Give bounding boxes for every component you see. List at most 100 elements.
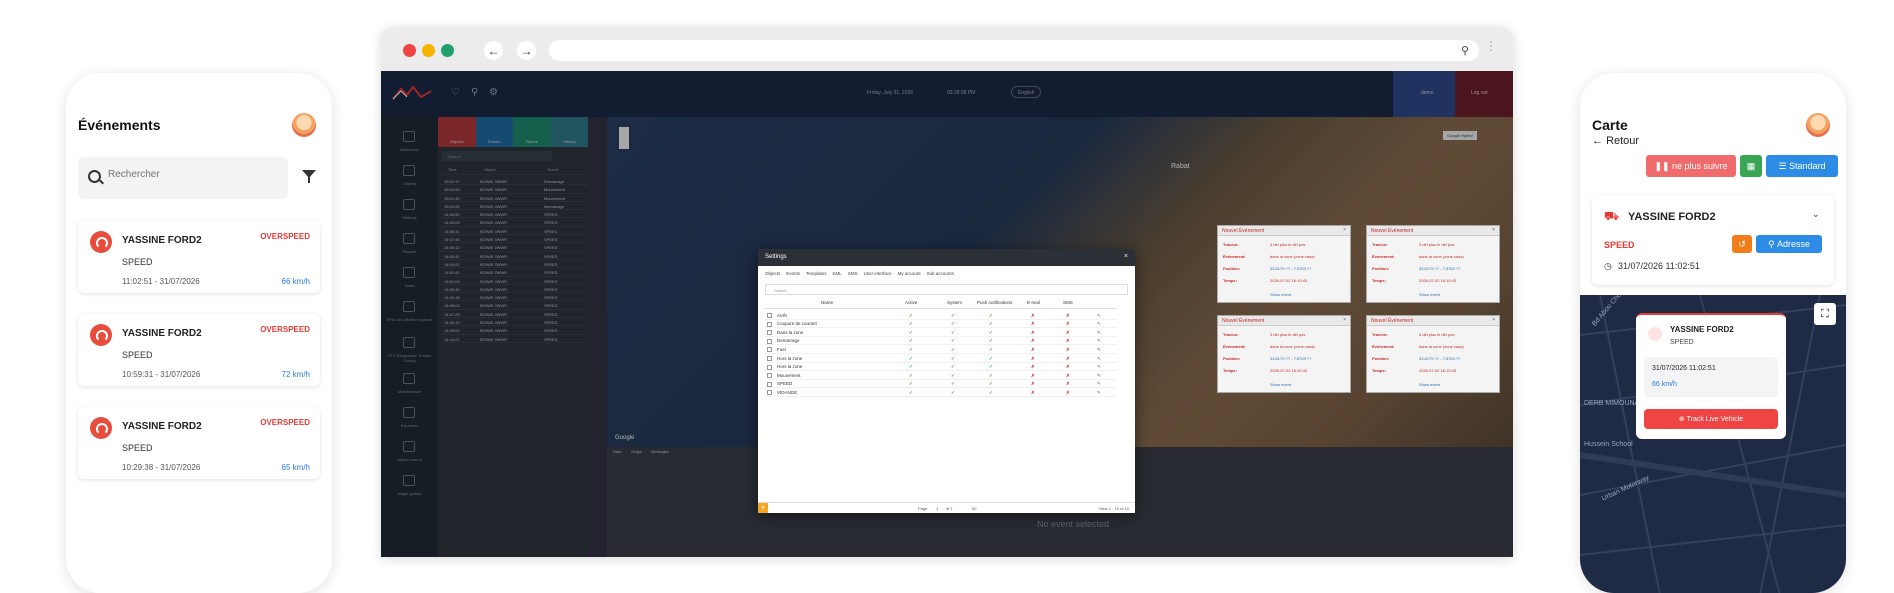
table-row[interactable]: Arrêt ✓ ✓ ✓ ✗ ✗ ✎: [765, 311, 1117, 320]
event-notification[interactable]: Nouvel Événement × Traceur: 3 dél plus le d…: [1366, 315, 1500, 393]
settings-tab[interactable]: KML: [833, 271, 842, 276]
settings-tab[interactable]: User interface: [864, 271, 892, 276]
stop-follow-button[interactable]: ❚❚ ne plus suivre: [1646, 155, 1736, 177]
cross-icon: ✗: [1066, 338, 1070, 344]
check-icon: ✓: [909, 346, 913, 352]
edit-icon[interactable]: ✎: [1097, 321, 1101, 327]
close-icon[interactable]: ×: [1343, 317, 1346, 323]
event-card[interactable]: YASSINE FORD2 OVERSPEED SPEED 11:02:51 -…: [78, 221, 320, 293]
cross-icon: ✗: [1066, 329, 1070, 335]
row-checkbox[interactable]: [767, 373, 772, 379]
search-input[interactable]: [108, 169, 278, 180]
search-box[interactable]: [78, 157, 288, 199]
settings-footer: + Page 1 of 1 50 View 1 - 10 of 10: [758, 502, 1135, 513]
settings-tab[interactable]: Events: [786, 271, 800, 276]
show-event-link[interactable]: Show event: [1419, 292, 1440, 297]
speedometer-icon: [90, 231, 112, 253]
address-button[interactable]: ⚲ Adresse: [1756, 235, 1822, 253]
close-icon[interactable]: ×: [1124, 253, 1128, 260]
browser-menu-icon[interactable]: ⋮: [1485, 39, 1497, 53]
settings-tabs: Objects Events Templates KML SMS User interfa…: [765, 271, 960, 276]
avatar[interactable]: [1806, 113, 1830, 137]
page-number[interactable]: 1: [936, 506, 938, 511]
minimize-window-dot[interactable]: [422, 44, 435, 57]
edit-icon[interactable]: ✎: [1097, 373, 1101, 379]
table-row[interactable]: Coupure de courant ✓ ✓ ✓ ✗ ✗ ✎: [765, 320, 1117, 329]
edit-icon[interactable]: ✎: [1097, 364, 1101, 370]
forward-arrow-icon[interactable]: →: [517, 41, 536, 60]
edit-icon[interactable]: ✎: [1097, 390, 1101, 396]
table-row[interactable]: Hors la zone ✓ ✓ ✓ ✗ ✗ ✎: [765, 363, 1117, 372]
row-checkbox[interactable]: [767, 381, 772, 387]
table-row[interactable]: VIDANGE ✓ ✓ ✓ ✗ ✗ ✎: [765, 388, 1117, 397]
track-live-button[interactable]: ⊕ Track Live Vehicle: [1644, 409, 1778, 429]
notif-value: 2026-07-02 16:10:43: [1270, 278, 1308, 283]
chevron-down-icon[interactable]: ⌄: [1812, 209, 1820, 220]
close-icon[interactable]: ×: [1492, 227, 1495, 233]
settings-tab[interactable]: Objects: [765, 271, 780, 276]
row-checkbox[interactable]: [767, 364, 772, 370]
show-event-link[interactable]: Show event: [1419, 382, 1440, 387]
row-checkbox[interactable]: [767, 347, 772, 353]
check-icon: ✓: [951, 312, 955, 318]
avatar[interactable]: [292, 113, 316, 137]
col-push: Push notifications: [977, 300, 1013, 305]
maximize-window-dot[interactable]: [441, 44, 454, 57]
settings-tab[interactable]: My account: [898, 271, 921, 276]
row-checkbox[interactable]: [767, 338, 772, 344]
table-row[interactable]: Fuel ✓ ✓ ✓ ✗ ✗ ✎: [765, 345, 1117, 354]
standard-layer-button[interactable]: ☰ Standard: [1766, 155, 1838, 177]
filter-icon[interactable]: [302, 170, 316, 183]
vehicle-card[interactable]: ⛟ YASSINE FORD2 ⌄ SPEED ◷ 31/07/2026 11:…: [1592, 195, 1834, 285]
edit-icon[interactable]: ✎: [1097, 330, 1101, 336]
add-icon[interactable]: +: [758, 503, 768, 513]
check-icon: ✓: [951, 372, 955, 378]
notif-value: dans la zone (zone casa): [1270, 254, 1315, 259]
show-event-link[interactable]: Show event: [1270, 382, 1291, 387]
event-card[interactable]: YASSINE FORD2 OVERSPEED SPEED 10:29:38 -…: [78, 407, 320, 479]
settings-tab[interactable]: Sub accounts: [927, 271, 954, 276]
close-window-dot[interactable]: [403, 44, 416, 57]
settings-tab[interactable]: Templates: [806, 271, 827, 276]
row-checkbox[interactable]: [767, 313, 772, 318]
url-bar[interactable]: ⚲: [549, 40, 1479, 61]
row-checkbox[interactable]: [767, 390, 772, 396]
notification-title: Nouvel Événement: [1371, 318, 1414, 324]
close-icon[interactable]: ×: [1343, 227, 1346, 233]
show-event-link[interactable]: Show event: [1270, 292, 1291, 297]
row-checkbox[interactable]: [767, 321, 772, 327]
event-notification[interactable]: Nouvel Événement × Traceur: 3 dél plus le d…: [1217, 315, 1351, 393]
dark-map[interactable]: Bd Abou Chouaib DERB MIMOUNA Hussein Sch…: [1580, 295, 1846, 593]
back-button[interactable]: ← Retour: [1592, 135, 1639, 147]
check-icon: ✓: [989, 364, 993, 370]
fullscreen-icon[interactable]: ⛶: [1814, 303, 1836, 325]
cross-icon: ✗: [1066, 346, 1070, 352]
edit-icon[interactable]: ✎: [1097, 356, 1101, 362]
history-button[interactable]: ↺: [1732, 235, 1752, 253]
back-arrow-icon[interactable]: ←: [484, 41, 503, 60]
edit-icon[interactable]: ✎: [1097, 313, 1101, 319]
edit-icon[interactable]: ✎: [1097, 347, 1101, 353]
close-icon[interactable]: ×: [1492, 317, 1495, 323]
event-card[interactable]: YASSINE FORD2 OVERSPEED SPEED 10:59:31 -…: [78, 314, 320, 386]
col-system: System: [947, 300, 963, 305]
per-page-select[interactable]: 50: [972, 506, 976, 511]
settings-search-input[interactable]: Search: [765, 284, 1128, 295]
table-row[interactable]: Dans la zone ✓ ✓ ✓ ✗ ✗ ✎: [765, 328, 1117, 337]
row-checkbox[interactable]: [767, 330, 772, 336]
cross-icon: ✗: [1031, 329, 1035, 335]
event-notification[interactable]: Nouvel Événement × Traceur: 3 dél plus le d…: [1366, 225, 1500, 303]
table-row[interactable]: SPEED ✓ ✓ ✓ ✗ ✗ ✎: [765, 380, 1117, 389]
row-name: Dans la zone: [777, 329, 804, 335]
event-notification[interactable]: Nouvel Événement × Traceur: 3 dél plus le d…: [1217, 225, 1351, 303]
check-icon: ✓: [909, 372, 913, 378]
cross-icon: ✗: [1066, 312, 1070, 318]
edit-icon[interactable]: ✎: [1097, 381, 1101, 387]
settings-tab[interactable]: SMS: [848, 271, 858, 276]
table-row[interactable]: Demarrage ✓ ✓ ✓ ✗ ✗ ✎: [765, 337, 1117, 346]
row-checkbox[interactable]: [767, 356, 772, 361]
edit-icon[interactable]: ✎: [1097, 338, 1101, 344]
map-view-button[interactable]: ▦: [1740, 155, 1762, 177]
table-row[interactable]: Hors la zone ✓ ✓ ✓ ✗ ✗ ✎: [765, 354, 1117, 363]
table-row[interactable]: Mouvement ✓ ✓ ✓ ✗ ✗ ✎: [765, 371, 1117, 380]
